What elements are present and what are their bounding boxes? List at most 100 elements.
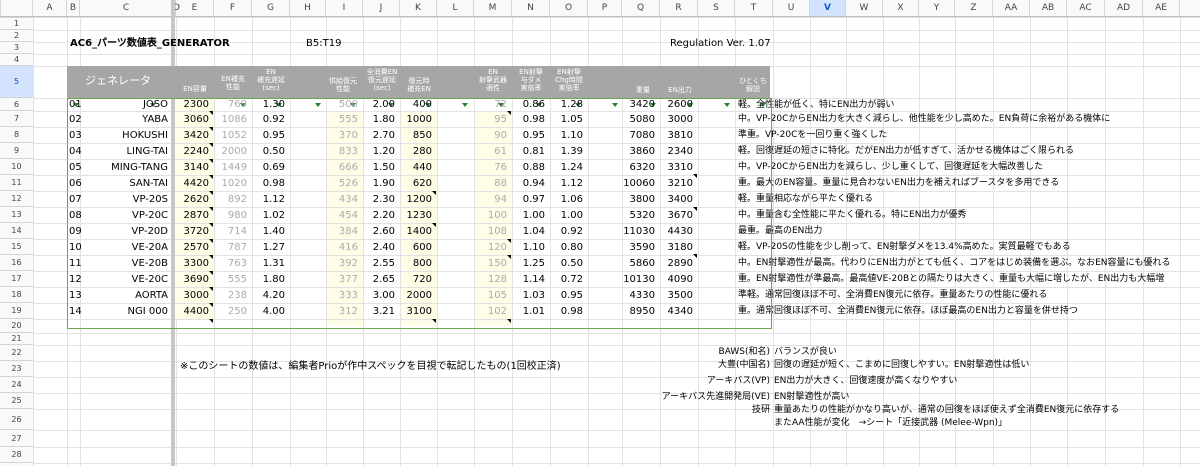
row-header-27[interactable]: 27 [0, 430, 33, 447]
table-border [67, 98, 772, 329]
row-header-21[interactable]: 21 [0, 333, 33, 345]
grid-row-line [33, 333, 1200, 334]
header-en-recharge: EN補充 性能 [221, 75, 245, 91]
row-header-15[interactable]: 15 [0, 239, 33, 255]
column-header-AC[interactable]: AC [1067, 0, 1105, 16]
header-comment: ひとくち 解説 [739, 77, 767, 93]
header-dmg-rate: EN射撃 与ダメ 実倍率 [519, 68, 543, 92]
column-header-R[interactable]: R [660, 0, 698, 16]
row-header-25[interactable]: 25 [0, 393, 33, 409]
row-header-7[interactable]: 7 [0, 111, 33, 127]
legend-text: EN出力が大きく、回復速度が高くなりやすい [774, 376, 958, 386]
row-header-12[interactable]: 12 [0, 191, 33, 207]
column-header-W[interactable]: W [846, 0, 883, 16]
legend-text: 回復の遅延が短く、こまめに回復しやすい。EN射撃適性は低い [774, 360, 1030, 370]
row-header-14[interactable]: 14 [0, 223, 33, 239]
corner-cell[interactable] [0, 0, 33, 16]
legend-label: 大豊(中国名) [717, 360, 770, 370]
column-header-I[interactable]: I [326, 0, 363, 16]
range-reference: B5:T19 [306, 38, 342, 49]
column-header-F[interactable]: F [214, 0, 252, 16]
row-header-22[interactable]: 22 [0, 345, 33, 361]
row-header-18[interactable]: 18 [0, 287, 33, 303]
row-header-3[interactable]: 3 [0, 42, 33, 54]
column-header-B[interactable]: B [67, 0, 80, 16]
header-depleted-delay: 全消費EN 復元遅延 (sec) [366, 68, 398, 92]
footnote: ※このシートの数値は、編集者Prioが作中スペックを目視で転記したもの(1回校正… [180, 361, 561, 372]
column-header-AE[interactable]: AE [1143, 0, 1180, 16]
column-header-AD[interactable]: AD [1105, 0, 1143, 16]
column-header-M[interactable]: M [474, 0, 512, 16]
row-header-9[interactable]: 9 [0, 143, 33, 159]
comment: 重。最大のEN容量。重量に見合わないEN出力を補えればブースタを多用できる [738, 178, 1060, 188]
row-header-1[interactable]: 1 [0, 17, 33, 30]
row-header-5[interactable]: 5 [0, 66, 33, 98]
comment: 軽。VP-20Sの性能を少し削って、EN射撃ダメを13.4%高めた。実質最軽でも… [738, 242, 1071, 252]
header-category: ジェネレータ [85, 74, 151, 87]
grid-row-line [33, 393, 1200, 394]
regulation-version: Regulation Ver. 1.07 [670, 38, 771, 49]
column-header-H[interactable]: H [290, 0, 326, 16]
grid-row-line [33, 17, 1200, 18]
comment: 最重。最高のEN出力 [738, 226, 823, 236]
column-header-P[interactable]: P [588, 0, 622, 16]
column-header-E[interactable]: E [176, 0, 214, 16]
legend-text: 重量あたりの性能がかなり高いが、通常の回復をほぼ使えず全消費EN復元に依存する [774, 405, 1120, 415]
grid-row-line [33, 377, 1200, 378]
grid-row-line [33, 345, 1200, 346]
row-header-19[interactable]: 19 [0, 303, 33, 319]
comment: 中。重量含む全性能に平たく優れる。特にEN出力が優秀 [738, 210, 967, 220]
row-header-11[interactable]: 11 [0, 175, 33, 191]
column-header-K[interactable]: K [400, 0, 437, 16]
header-recovery-en: 復元時 補充EN [407, 77, 431, 93]
column-header-A[interactable]: A [33, 0, 67, 16]
spreadsheet: A B C D E F G H I J K L M N O P Q R S T U V W X Y Z AA AB AC AD AE 123… [0, 0, 1200, 466]
header-en-weapon: EN 射撃武器 適性 [479, 68, 507, 92]
column-header-U[interactable]: U [773, 0, 810, 16]
column-header-J[interactable]: J [363, 0, 400, 16]
legend-text: バランスが良い [774, 347, 837, 357]
column-header-Q[interactable]: Q [622, 0, 660, 16]
row-header-16[interactable]: 16 [0, 255, 33, 271]
column-header-AB[interactable]: AB [1030, 0, 1067, 16]
legend-label: アーキバス先進開発局(VE) [661, 392, 770, 402]
row-header-28[interactable]: 28 [0, 447, 33, 463]
legend-label: アーキバス(VP) [706, 376, 770, 386]
column-header-G[interactable]: G [252, 0, 290, 16]
row-header-20[interactable]: 20 [0, 319, 33, 333]
grid-row-line [33, 447, 1200, 448]
column-header-N[interactable]: N [512, 0, 550, 16]
column-header-L[interactable]: L [437, 0, 474, 16]
column-header-C[interactable]: C [80, 0, 173, 16]
row-header-2[interactable]: 2 [0, 30, 33, 42]
column-header-V[interactable]: V [810, 0, 846, 16]
column-header-S[interactable]: S [698, 0, 735, 16]
row-header-24[interactable]: 24 [0, 377, 33, 393]
legend-label: BAWS(和名) [718, 347, 770, 357]
column-header-X[interactable]: X [883, 0, 919, 16]
header-chg-rate: EN射撃 Chg時間 実倍率 [555, 68, 583, 92]
column-header-Z[interactable]: Z [955, 0, 993, 16]
grid-row-line [33, 463, 1200, 464]
legend-label: 技研 [751, 405, 770, 415]
column-header-O[interactable]: O [550, 0, 588, 16]
row-header-10[interactable]: 10 [0, 159, 33, 175]
row-header-6[interactable]: 6 [0, 98, 33, 111]
comment: 準重。VP-20Cを一回り重く強くした [738, 130, 888, 140]
row-header-13[interactable]: 13 [0, 207, 33, 223]
comment: 中。EN射撃適性が最高。代わりにEN出力がとても低く、コアをはじめ装備を選ぶ。な… [738, 258, 1171, 268]
header-supply-recovery: 供給復元 性能 [329, 77, 357, 93]
column-header-Y[interactable]: Y [919, 0, 955, 16]
row-header-26[interactable]: 26 [0, 409, 33, 430]
comment: 軽。回復遅延の短さに特化。だがEN出力が低すぎて、活かせる機体はごく限られる [738, 146, 1074, 156]
grid-row-line [33, 30, 1200, 31]
comment: 軽。全性能が低く、特にEN出力が弱い [738, 100, 895, 110]
column-header-T[interactable]: T [735, 0, 773, 16]
row-header-4[interactable]: 4 [0, 54, 33, 66]
row-header-17[interactable]: 17 [0, 271, 33, 287]
row-header-8[interactable]: 8 [0, 127, 33, 143]
row-header-23[interactable]: 23 [0, 361, 33, 377]
column-header-AA[interactable]: AA [993, 0, 1030, 16]
grid-col-line [33, 17, 34, 466]
comment: 中。VP-20CからEN出力を減らし、少し重くして、回復遅延を大幅改善した [738, 162, 1044, 172]
